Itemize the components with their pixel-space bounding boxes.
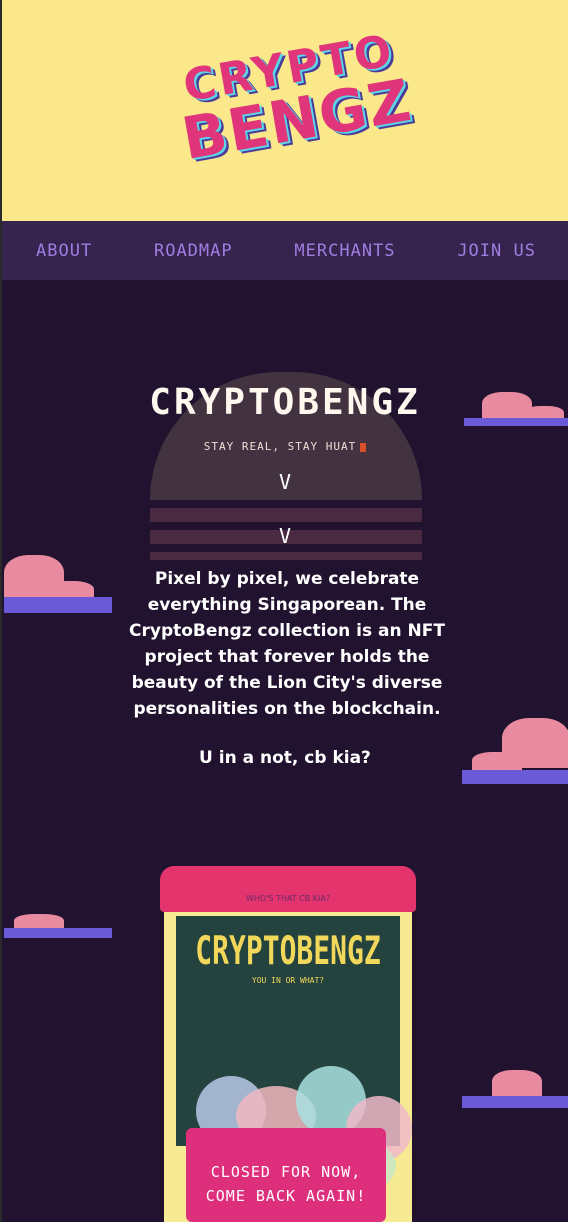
nav-merchants[interactable]: MERCHANTS	[294, 241, 395, 261]
chevron-down-icon[interactable]: V	[2, 470, 568, 494]
red-packet-icon	[360, 442, 367, 452]
cloud-decoration	[462, 1068, 568, 1110]
nav-roadmap[interactable]: ROADMAP	[154, 241, 233, 261]
machine-top-label: WHO'S THAT CB KIA?	[160, 866, 416, 912]
machine-subtitle: YOU IN OR WHAT?	[251, 976, 325, 985]
hero-title: CRYPTOBENGZ	[149, 382, 421, 423]
closed-sign-line2: COME BACK AGAIN!	[205, 1187, 367, 1205]
machine-brand: CRYPTOBENGZ	[195, 927, 381, 974]
tagline-text: STAY REAL, STAY HUAT	[203, 440, 357, 453]
hero-description: Pixel by pixel, we celebrate everything …	[129, 569, 445, 719]
nav-join-us[interactable]: JOIN US	[457, 241, 536, 261]
cloud-decoration	[4, 910, 112, 940]
nav-about[interactable]: ABOUT	[36, 241, 92, 261]
logo[interactable]: CRYPTO BENGZ	[170, 25, 417, 195]
capsule-machine-illustration: WHO'S THAT CB KIA? CRYPTOBENGZ YOU IN OR…	[160, 866, 416, 1222]
closed-sign-line1: CLOSED FOR NOW,	[210, 1163, 362, 1181]
chevron-down-icon[interactable]: V	[2, 524, 568, 548]
closed-sign: CLOSED FOR NOW, COME BACK AGAIN!	[186, 1128, 386, 1222]
cloud-decoration	[4, 545, 112, 619]
main-nav: ABOUT ROADMAP MERCHANTS JOIN US	[2, 221, 568, 280]
tagline: STAY REAL, STAY HUAT	[2, 440, 568, 453]
hero-cta-text: U in a not, cb kia?	[199, 748, 371, 768]
header: CRYPTO BENGZ	[2, 0, 568, 221]
